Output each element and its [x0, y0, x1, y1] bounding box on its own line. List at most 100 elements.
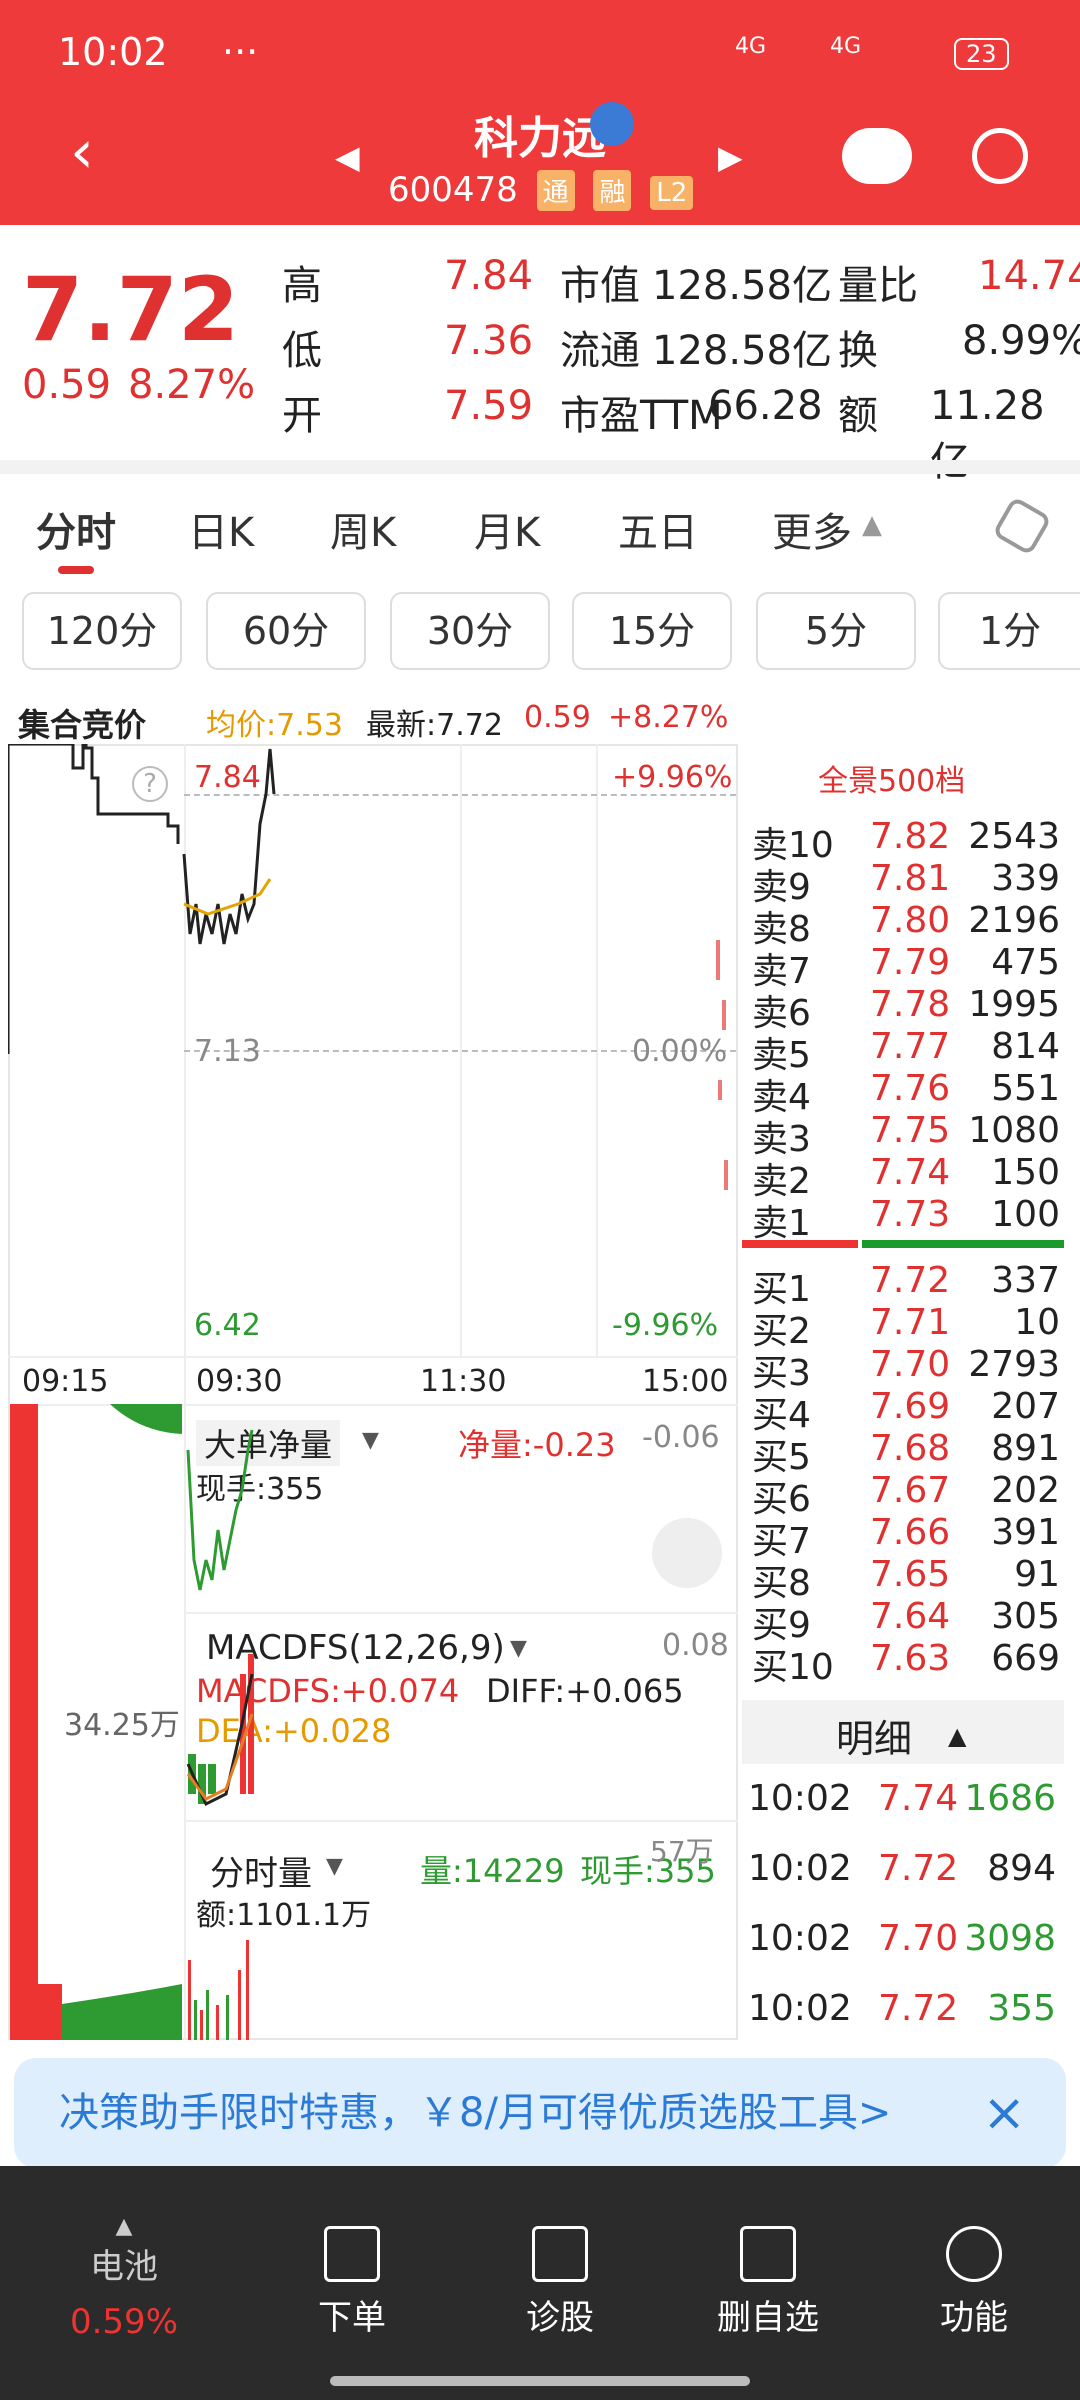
bid-price: 7.64	[870, 1596, 951, 1637]
period-5[interactable]: 5分	[756, 592, 916, 670]
ask-row[interactable]: 卖3 7.75 1080	[752, 1106, 1068, 1160]
detail-title[interactable]: 明细	[836, 1708, 912, 1763]
robot-assistant-icon[interactable]	[842, 128, 912, 184]
turnover-value: 8.99%	[962, 318, 1080, 364]
ask-price: 7.81	[870, 858, 951, 899]
bid-list: 买1 7.72 337 买2 7.71 10 买3 7.70 2793 买4 7.69 207 买5 7.…	[752, 1256, 1068, 1688]
current-price: 7.72	[22, 258, 240, 361]
nav-diagnose[interactable]: 诊股	[470, 2226, 650, 2339]
period-30[interactable]: 30分	[390, 592, 550, 670]
ask-row[interactable]: 卖9 7.81 339	[752, 854, 1068, 908]
pe-label: 市盈TTM	[560, 393, 723, 439]
close-icon[interactable]: ×	[982, 2058, 1026, 2168]
chevron-up-icon[interactable]: ▲	[948, 1722, 966, 1750]
open-label: 开	[282, 393, 322, 439]
stock-name: 科力远	[474, 113, 606, 164]
bid-row[interactable]: 买10 7.63 669	[752, 1634, 1068, 1688]
nav-battery[interactable]: ▲ 电池 0.59%	[34, 2214, 214, 2342]
tab-intraday[interactable]: 分时	[36, 500, 116, 558]
bid-row[interactable]: 买8 7.65 91	[752, 1550, 1068, 1604]
time-1500: 15:00	[642, 1364, 729, 1399]
tab-five-day[interactable]: 五日	[618, 500, 698, 558]
search-icon[interactable]	[972, 128, 1028, 184]
ask-row[interactable]: 卖10 7.82 2543	[752, 812, 1068, 866]
detail-label: 10:02	[748, 1778, 852, 1819]
next-stock-icon[interactable]: ▶	[718, 138, 743, 176]
top-pct-label: +9.96%	[612, 760, 733, 795]
nav-remove-label: 删自选	[717, 2298, 819, 2338]
auction-title: 集合竞价	[18, 706, 147, 744]
tag-l2: L2	[650, 176, 694, 210]
ask-row[interactable]: 卖8 7.80 2196	[752, 896, 1068, 950]
detail-row[interactable]: 10:02 7.72 355	[748, 1984, 1064, 2054]
orderbook-title[interactable]: 全景500档	[818, 756, 965, 800]
bid-row[interactable]: 买1 7.72 337	[752, 1256, 1068, 1310]
ask-volume: 551	[991, 1068, 1060, 1109]
time-0915: 09:15	[22, 1364, 109, 1399]
detail-row[interactable]: 10:02 7.70 3098	[748, 1914, 1064, 1984]
detail-label: 10:02	[748, 1848, 852, 1889]
ask-volume: 339	[991, 858, 1060, 899]
low-label: 低	[282, 328, 322, 374]
bid-price: 7.72	[870, 1260, 951, 1301]
period-120[interactable]: 120分	[22, 592, 182, 670]
bid-row[interactable]: 买7 7.66 391	[752, 1508, 1068, 1562]
chevron-up-icon: ▲	[862, 510, 882, 540]
help-icon[interactable]: ?	[132, 766, 168, 802]
bid-row[interactable]: 买4 7.69 207	[752, 1382, 1068, 1436]
function-icon	[946, 2226, 1002, 2282]
ask-row[interactable]: 卖4 7.76 551	[752, 1064, 1068, 1118]
net-volume: 净量:-0.23	[458, 1426, 616, 1464]
macd-scale: 0.08	[662, 1628, 729, 1663]
status-time: 10:02	[58, 30, 168, 74]
diff-value: DIFF:+0.065	[486, 1672, 684, 1710]
chevron-down-icon[interactable]: ▼	[510, 1636, 527, 1661]
nav-function[interactable]: 功能	[884, 2226, 1064, 2339]
high-value: 7.84	[444, 253, 534, 299]
bid-price: 7.63	[870, 1638, 951, 1679]
detail-price: 7.72	[878, 1988, 959, 2029]
tab-monthly-k[interactable]: 月K	[474, 500, 540, 558]
tab-daily-k[interactable]: 日K	[188, 500, 254, 558]
divider	[0, 460, 1080, 474]
volume-bars	[188, 1940, 249, 2040]
chevron-down-icon[interactable]: ▼	[326, 1854, 343, 1879]
ask-row[interactable]: 卖2 7.74 150	[752, 1148, 1068, 1202]
ask-price: 7.82	[870, 816, 951, 857]
nav-remove-watchlist[interactable]: 删自选	[678, 2226, 858, 2339]
ask-row[interactable]: 卖7 7.79 475	[752, 938, 1068, 992]
period-15[interactable]: 15分	[572, 592, 732, 670]
header-bar: 10:02 ··· 4G 4G 23 ‹ ◀ 科力远 600478 通 融 L2…	[0, 0, 1080, 225]
tab-more[interactable]: 更多	[772, 500, 852, 558]
bid-row[interactable]: 买9 7.64 305	[752, 1592, 1068, 1646]
ask-volume: 2543	[968, 816, 1060, 857]
chevron-down-icon[interactable]: ▼	[362, 1428, 379, 1453]
latest-pct: +8.27%	[608, 700, 729, 735]
ask-row[interactable]: 卖1 7.73 100	[752, 1190, 1068, 1244]
bid-price: 7.66	[870, 1512, 951, 1553]
expand-icon[interactable]	[652, 1518, 722, 1588]
detail-row[interactable]: 10:02 7.74 1686	[748, 1774, 1064, 1844]
bid-row[interactable]: 买3 7.70 2793	[752, 1340, 1068, 1394]
nav-order[interactable]: 下单	[262, 2226, 442, 2339]
bid-row[interactable]: 买6 7.67 202	[752, 1466, 1068, 1520]
ask-row[interactable]: 卖5 7.77 814	[752, 1022, 1068, 1076]
promo-banner[interactable]: 决策助手限时特惠，￥8/月可得优质选股工具> ×	[14, 2058, 1066, 2168]
diagnose-icon	[532, 2226, 588, 2282]
volume-selector[interactable]: 分时量	[210, 1846, 312, 1895]
price-change-pct: 8.27%	[128, 362, 256, 408]
grid-line	[186, 1820, 738, 1822]
ask-row[interactable]: 卖6 7.78 1995	[752, 980, 1068, 1034]
tab-weekly-k[interactable]: 周K	[330, 500, 396, 558]
detail-row[interactable]: 10:02 7.72 894	[748, 1844, 1064, 1914]
bid-price: 7.67	[870, 1470, 951, 1511]
bid-row[interactable]: 买2 7.71 10	[752, 1298, 1068, 1352]
period-60[interactable]: 60分	[206, 592, 366, 670]
settings-icon[interactable]	[991, 495, 1053, 557]
bottom-price-label: 6.42	[194, 1308, 261, 1343]
chevron-up-icon: ▲	[115, 2214, 133, 2239]
period-1[interactable]: 1分	[938, 592, 1080, 670]
mid-price-label: 7.13	[194, 1034, 261, 1069]
bid-row[interactable]: 买5 7.68 891	[752, 1424, 1068, 1478]
ask-list: 卖10 7.82 2543 卖9 7.81 339 卖8 7.80 2196 卖7 7.79 475 卖…	[752, 812, 1068, 1244]
